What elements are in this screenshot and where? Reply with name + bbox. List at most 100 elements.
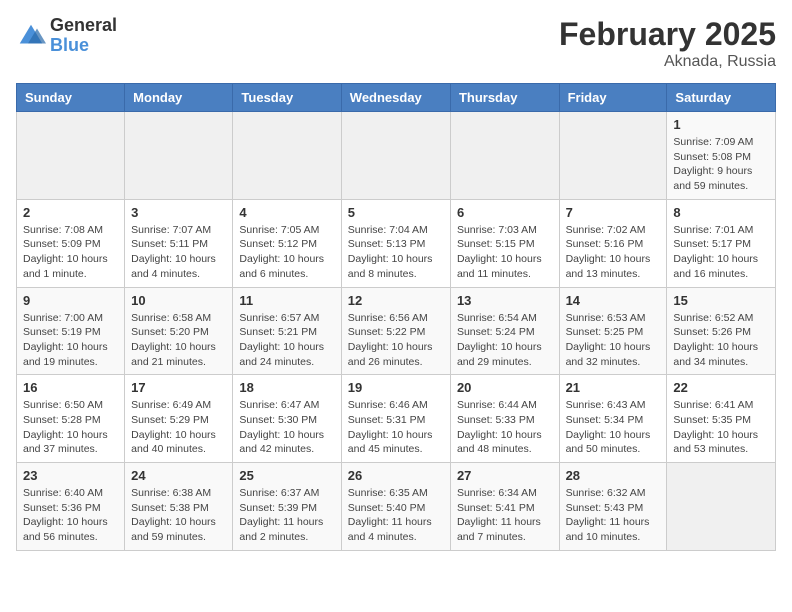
day-number: 2 <box>23 205 118 220</box>
title-block: February 2025 Aknada, Russia <box>559 16 776 71</box>
page-header: General Blue February 2025 Aknada, Russi… <box>16 16 776 71</box>
calendar-cell: 13Sunrise: 6:54 AM Sunset: 5:24 PM Dayli… <box>450 287 559 375</box>
logo-general: General <box>50 16 117 36</box>
day-number: 22 <box>673 380 769 395</box>
calendar-body: 1Sunrise: 7:09 AM Sunset: 5:08 PM Daylig… <box>17 112 776 551</box>
day-info: Sunrise: 7:00 AM Sunset: 5:19 PM Dayligh… <box>23 311 118 370</box>
calendar-cell: 16 Sunrise: 6:50 AM Sunset: 5:28 PM Dayli… <box>17 375 125 463</box>
day-info: Sunrise: 6:44 AM Sunset: 5:33 PM Dayligh… <box>457 398 553 457</box>
day-info: Sunrise: 6:38 AM Sunset: 5:38 PM Dayligh… <box>131 486 226 545</box>
calendar-cell: 25 Sunrise: 6:37 AM Sunset: 5:39 PM Dayli… <box>233 463 341 551</box>
day-number: 6 <box>457 205 553 220</box>
day-number: 17 <box>131 380 226 395</box>
day-number: 27 <box>457 468 553 483</box>
logo-blue: Blue <box>50 36 117 56</box>
day-info: Sunrise: 7:04 AM Sunset: 5:13 PM Dayligh… <box>348 223 444 282</box>
day-number: 25 <box>239 468 334 483</box>
day-number: 4 <box>239 205 334 220</box>
calendar-cell: 9 Sunrise: 7:00 AM Sunset: 5:19 PM Daylig… <box>17 287 125 375</box>
day-info: Sunrise: 6:49 AM Sunset: 5:29 PM Dayligh… <box>131 398 226 457</box>
calendar-week-row: 2 Sunrise: 7:08 AM Sunset: 5:09 PM Daylig… <box>17 199 776 287</box>
calendar-cell: 27 Sunrise: 6:34 AM Sunset: 5:41 PM Dayli… <box>450 463 559 551</box>
day-info: Sunrise: 6:40 AM Sunset: 5:36 PM Dayligh… <box>23 486 118 545</box>
calendar-cell: 19 Sunrise: 6:46 AM Sunset: 5:31 PM Dayli… <box>341 375 450 463</box>
calendar-cell <box>559 112 667 200</box>
weekday-header: Sunday <box>17 84 125 112</box>
weekday-header: Wednesday <box>341 84 450 112</box>
calendar-week-row: 16 Sunrise: 6:50 AM Sunset: 5:28 PM Dayli… <box>17 375 776 463</box>
calendar-cell <box>233 112 341 200</box>
day-number: 23 <box>23 468 118 483</box>
calendar-cell: 3 Sunrise: 7:07 AM Sunset: 5:11 PM Daylig… <box>125 199 233 287</box>
calendar-cell <box>125 112 233 200</box>
calendar-cell: 21Sunrise: 6:43 AM Sunset: 5:34 PM Dayli… <box>559 375 667 463</box>
calendar-cell: 12 Sunrise: 6:56 AM Sunset: 5:22 PM Dayli… <box>341 287 450 375</box>
header-row: SundayMondayTuesdayWednesdayThursdayFrid… <box>17 84 776 112</box>
day-info: Sunrise: 6:50 AM Sunset: 5:28 PM Dayligh… <box>23 398 118 457</box>
day-info: Sunrise: 7:01 AM Sunset: 5:17 PM Dayligh… <box>673 223 769 282</box>
calendar-cell: 2 Sunrise: 7:08 AM Sunset: 5:09 PM Daylig… <box>17 199 125 287</box>
logo-icon <box>16 21 46 51</box>
logo: General Blue <box>16 16 117 56</box>
day-number: 3 <box>131 205 226 220</box>
day-number: 24 <box>131 468 226 483</box>
calendar-cell: 7Sunrise: 7:02 AM Sunset: 5:16 PM Daylig… <box>559 199 667 287</box>
day-number: 18 <box>239 380 334 395</box>
calendar-cell <box>450 112 559 200</box>
weekday-header: Friday <box>559 84 667 112</box>
calendar-cell: 14 Sunrise: 6:53 AM Sunset: 5:25 PM Dayli… <box>559 287 667 375</box>
calendar-cell: 24 Sunrise: 6:38 AM Sunset: 5:38 PM Dayli… <box>125 463 233 551</box>
day-info: Sunrise: 7:03 AM Sunset: 5:15 PM Dayligh… <box>457 223 553 282</box>
calendar-week-row: 23 Sunrise: 6:40 AM Sunset: 5:36 PM Dayli… <box>17 463 776 551</box>
day-info: Sunrise: 6:58 AM Sunset: 5:20 PM Dayligh… <box>131 311 226 370</box>
calendar-cell: 8 Sunrise: 7:01 AM Sunset: 5:17 PM Daylig… <box>667 199 776 287</box>
day-info: Sunrise: 6:47 AM Sunset: 5:30 PM Dayligh… <box>239 398 334 457</box>
day-info: Sunrise: 7:09 AM Sunset: 5:08 PM Dayligh… <box>673 135 769 194</box>
day-number: 9 <box>23 293 118 308</box>
day-number: 19 <box>348 380 444 395</box>
calendar-cell <box>17 112 125 200</box>
day-info: Sunrise: 6:37 AM Sunset: 5:39 PM Dayligh… <box>239 486 334 545</box>
day-number: 12 <box>348 293 444 308</box>
month-title: February 2025 <box>559 16 776 53</box>
day-info: Sunrise: 6:32 AM Sunset: 5:43 PM Dayligh… <box>566 486 661 545</box>
calendar-cell <box>341 112 450 200</box>
weekday-header: Thursday <box>450 84 559 112</box>
calendar-week-row: 9 Sunrise: 7:00 AM Sunset: 5:19 PM Daylig… <box>17 287 776 375</box>
calendar-cell: 1Sunrise: 7:09 AM Sunset: 5:08 PM Daylig… <box>667 112 776 200</box>
day-number: 26 <box>348 468 444 483</box>
calendar-table: SundayMondayTuesdayWednesdayThursdayFrid… <box>16 83 776 551</box>
calendar-cell: 6 Sunrise: 7:03 AM Sunset: 5:15 PM Daylig… <box>450 199 559 287</box>
calendar-cell: 10 Sunrise: 6:58 AM Sunset: 5:20 PM Dayli… <box>125 287 233 375</box>
day-info: Sunrise: 7:05 AM Sunset: 5:12 PM Dayligh… <box>239 223 334 282</box>
day-info: Sunrise: 6:46 AM Sunset: 5:31 PM Dayligh… <box>348 398 444 457</box>
calendar-week-row: 1Sunrise: 7:09 AM Sunset: 5:08 PM Daylig… <box>17 112 776 200</box>
location: Aknada, Russia <box>559 53 776 71</box>
day-number: 11 <box>239 293 334 308</box>
day-number: 20 <box>457 380 553 395</box>
logo-text: General Blue <box>50 16 117 56</box>
weekday-header: Tuesday <box>233 84 341 112</box>
day-number: 10 <box>131 293 226 308</box>
day-info: Sunrise: 6:41 AM Sunset: 5:35 PM Dayligh… <box>673 398 769 457</box>
weekday-header: Saturday <box>667 84 776 112</box>
day-info: Sunrise: 6:43 AM Sunset: 5:34 PM Dayligh… <box>566 398 661 457</box>
day-info: Sunrise: 7:08 AM Sunset: 5:09 PM Dayligh… <box>23 223 118 282</box>
day-info: Sunrise: 6:34 AM Sunset: 5:41 PM Dayligh… <box>457 486 553 545</box>
day-info: Sunrise: 6:52 AM Sunset: 5:26 PM Dayligh… <box>673 311 769 370</box>
day-info: Sunrise: 6:56 AM Sunset: 5:22 PM Dayligh… <box>348 311 444 370</box>
calendar-cell: 22 Sunrise: 6:41 AM Sunset: 5:35 PM Dayli… <box>667 375 776 463</box>
day-number: 16 <box>23 380 118 395</box>
day-number: 8 <box>673 205 769 220</box>
calendar-cell: 11Sunrise: 6:57 AM Sunset: 5:21 PM Dayli… <box>233 287 341 375</box>
calendar-cell: 20 Sunrise: 6:44 AM Sunset: 5:33 PM Dayli… <box>450 375 559 463</box>
calendar-cell: 17 Sunrise: 6:49 AM Sunset: 5:29 PM Dayli… <box>125 375 233 463</box>
day-info: Sunrise: 6:53 AM Sunset: 5:25 PM Dayligh… <box>566 311 661 370</box>
calendar-cell <box>667 463 776 551</box>
day-info: Sunrise: 7:07 AM Sunset: 5:11 PM Dayligh… <box>131 223 226 282</box>
day-number: 14 <box>566 293 661 308</box>
day-number: 13 <box>457 293 553 308</box>
calendar-cell: 5Sunrise: 7:04 AM Sunset: 5:13 PM Daylig… <box>341 199 450 287</box>
weekday-header: Monday <box>125 84 233 112</box>
calendar-cell: 28Sunrise: 6:32 AM Sunset: 5:43 PM Dayli… <box>559 463 667 551</box>
